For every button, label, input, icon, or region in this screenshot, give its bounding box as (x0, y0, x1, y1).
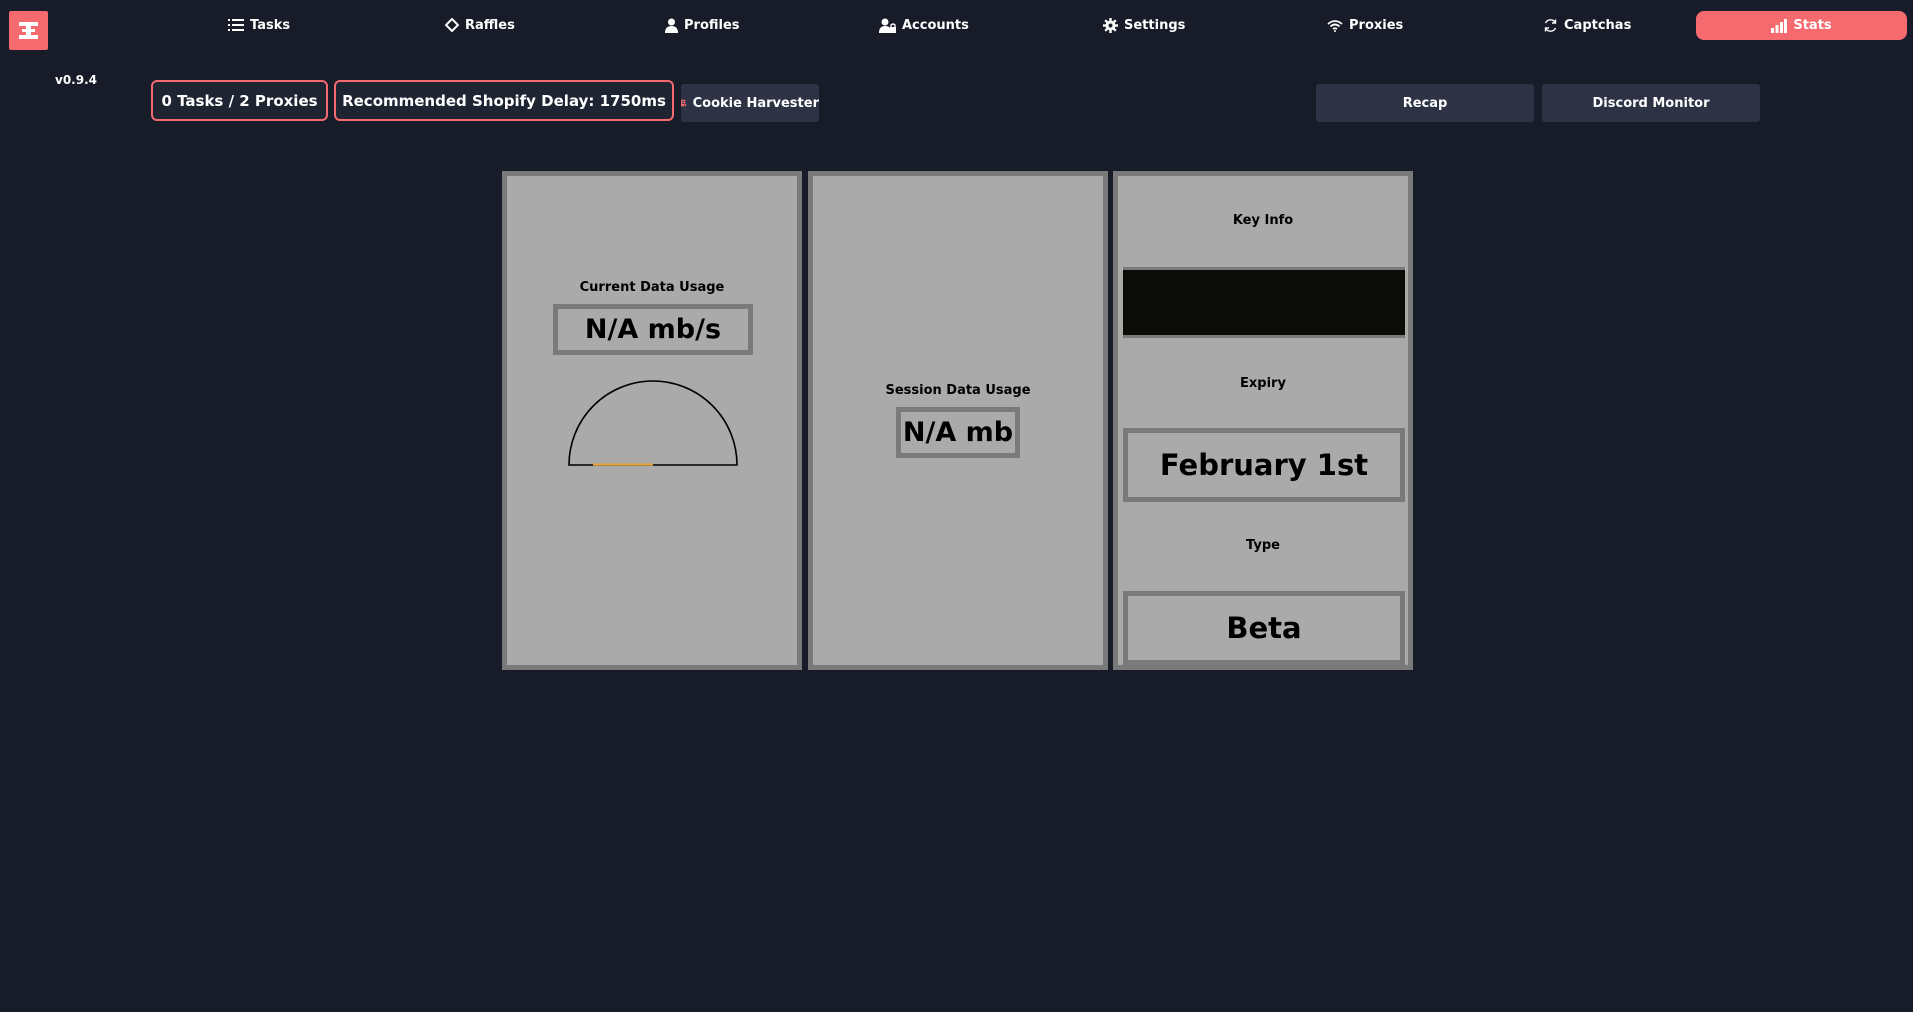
version-label: v0.9.4 (55, 73, 97, 87)
data-usage-gauge (568, 380, 738, 466)
recap-button[interactable]: Recap (1316, 84, 1534, 122)
nav-raffles-label: Raffles (465, 17, 515, 33)
nav-accounts-label: Accounts (902, 17, 969, 33)
wifi-icon (1327, 19, 1343, 32)
current-data-usage-text: N/A mb/s (584, 314, 722, 345)
type-value: Beta (1123, 591, 1405, 665)
session-data-usage-label: Session Data Usage (885, 383, 1031, 398)
key-info-label: Key Info (1232, 213, 1294, 228)
nav-accounts[interactable]: Accounts (879, 14, 969, 36)
discord-monitor-label: Discord Monitor (1592, 95, 1710, 111)
nav-stats[interactable]: Stats (1696, 11, 1907, 40)
expiry-label: Expiry (1240, 376, 1286, 391)
ticket-icon (445, 18, 459, 32)
tasks-proxies-text: 0 Tasks / 2 Proxies (161, 91, 318, 110)
expiry-text: February 1st (1159, 448, 1369, 482)
user-icon (665, 18, 678, 33)
nav-proxies-label: Proxies (1349, 17, 1404, 33)
current-data-usage-value: N/A mb/s (553, 304, 753, 355)
key-info-panel: Key Info Expiry February 1st Type Beta (1113, 171, 1413, 670)
nav-profiles[interactable]: Profiles (665, 14, 740, 36)
nav-captchas[interactable]: Captchas (1543, 14, 1631, 36)
type-text: Beta (1226, 611, 1302, 645)
license-key-field[interactable] (1123, 267, 1405, 338)
nav-raffles[interactable]: Raffles (445, 14, 515, 36)
nav-stats-label: Stats (1793, 18, 1832, 33)
shopify-delay-text: Recommended Shopify Delay: 1750ms (342, 91, 666, 110)
current-data-usage-panel: Current Data Usage N/A mb/s (502, 171, 802, 670)
brand-logo-icon[interactable] (9, 11, 48, 50)
expiry-value: February 1st (1123, 428, 1405, 502)
chart-icon (1771, 18, 1788, 33)
current-data-usage-label: Current Data Usage (579, 280, 725, 295)
nav-settings-label: Settings (1124, 17, 1186, 33)
nav-tasks-label: Tasks (250, 17, 291, 33)
nav-tasks[interactable]: Tasks (228, 14, 290, 36)
nav-proxies[interactable]: Proxies (1327, 14, 1403, 36)
nav-captchas-label: Captchas (1564, 17, 1632, 33)
shopify-delay-badge: Recommended Shopify Delay: 1750ms (334, 80, 674, 121)
gear-icon (1103, 17, 1118, 33)
cookie-harvester-icon (681, 99, 687, 107)
tasks-proxies-badge: 0 Tasks / 2 Proxies (151, 80, 328, 121)
discord-monitor-button[interactable]: Discord Monitor (1542, 84, 1760, 122)
nav-profiles-label: Profiles (684, 17, 740, 33)
app-window: Tasks Raffles Profiles Accounts Settings… (0, 0, 1913, 1012)
recap-label: Recap (1402, 95, 1448, 111)
user-lock-icon (879, 18, 896, 33)
refresh-icon (1544, 18, 1557, 32)
list-icon (228, 19, 244, 31)
cookie-harvester-button[interactable]: Cookie Harvester (681, 84, 819, 122)
session-data-usage-text: N/A mb (902, 417, 1014, 448)
nav-settings[interactable]: Settings (1103, 14, 1185, 36)
session-data-usage-value: N/A mb (896, 407, 1020, 458)
cookie-harvester-label: Cookie Harvester (692, 95, 819, 111)
type-label: Type (1246, 538, 1280, 553)
session-data-usage-panel: Session Data Usage N/A mb (808, 171, 1108, 670)
